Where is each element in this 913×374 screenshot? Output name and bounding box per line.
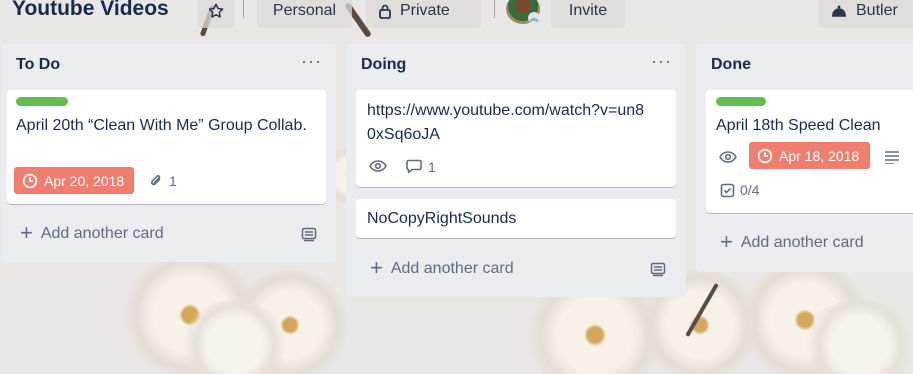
add-card-label: Add another card [40, 225, 164, 242]
checklist-badge: 0/4 [720, 182, 759, 198]
plus-icon: + [20, 220, 33, 245]
butler-label: Butler [856, 2, 898, 19]
comment-badge: 1 [405, 159, 436, 175]
add-card-button[interactable]: + Add another card [720, 229, 864, 254]
card-title: https://www.youtube.com/watch?v=un80xSq6… [367, 102, 645, 143]
team-visibility-button[interactable]: Personal [257, 0, 352, 28]
attachment-badge: 1 [148, 173, 177, 189]
add-card-button[interactable]: + Add another card [20, 220, 164, 245]
butler-button[interactable]: Butler [818, 0, 913, 28]
checklist-icon [720, 183, 735, 198]
clock-icon [757, 148, 773, 164]
due-date-badge[interactable]: Apr 18, 2018 [749, 142, 870, 169]
description-icon [884, 150, 900, 164]
invite-label: Invite [568, 2, 608, 19]
list-title[interactable]: To Do [16, 56, 60, 74]
list-done: Done April 18th Speed Clean Apr 18, 2018… [696, 44, 913, 272]
card-template-icon[interactable] [650, 261, 666, 277]
list-to-do: To Do ··· April 20th “Clean With Me” Gro… [1, 44, 336, 262]
card[interactable]: April 18th Speed Clean Apr 18, 2018 0/4 [706, 90, 913, 213]
invite-button[interactable]: Invite [551, 0, 625, 28]
card[interactable]: https://www.youtube.com/watch?v=un80xSq6… [356, 90, 676, 187]
paperclip-icon [148, 173, 164, 189]
lock-icon [378, 3, 392, 19]
attachment-count: 1 [169, 173, 177, 189]
due-date-badge[interactable]: Apr 20, 2018 [14, 167, 134, 194]
more-icon[interactable]: ··· [651, 51, 672, 72]
watching-badge [369, 159, 387, 173]
header-divider [494, 0, 495, 18]
clock-icon [22, 173, 38, 189]
card[interactable]: April 20th “Clean With Me” Group Collab.… [7, 90, 326, 204]
card-label-green[interactable] [716, 97, 766, 106]
comment-count: 1 [428, 159, 436, 175]
eye-icon [719, 150, 737, 164]
admin-chevron-icon: ︽ [528, 12, 540, 24]
list-title[interactable]: Done [711, 56, 751, 74]
privacy-label: Private [400, 2, 450, 19]
list-doing: Doing ··· https://www.youtube.com/watch?… [346, 44, 686, 297]
header-divider [243, 0, 244, 18]
card-title: April 20th “Clean With Me” Group Collab. [16, 117, 307, 134]
plus-icon: + [720, 229, 733, 254]
eye-icon [369, 159, 387, 173]
card-label-green[interactable] [16, 97, 68, 106]
add-card-button[interactable]: + Add another card [370, 255, 514, 280]
card-title: April 18th Speed Clean [716, 117, 881, 134]
checklist-count: 0/4 [740, 182, 760, 198]
add-card-label: Add another card [390, 260, 514, 277]
due-date-text: Apr 18, 2018 [779, 147, 860, 164]
star-board-button[interactable] [198, 0, 234, 28]
due-date-text: Apr 20, 2018 [44, 172, 125, 189]
card[interactable]: NoCopyRightSounds [356, 199, 676, 238]
plus-icon: + [370, 255, 383, 280]
board-header: Youtube Videos Personal Private ︽ Invite… [0, 0, 913, 30]
watching-badge [719, 150, 737, 164]
list-title[interactable]: Doing [361, 56, 406, 74]
team-visibility-label: Personal [272, 2, 337, 19]
bell-icon [830, 3, 848, 19]
card-template-icon[interactable] [301, 226, 317, 242]
star-icon [207, 2, 225, 20]
add-card-label: Add another card [740, 234, 864, 251]
more-icon[interactable]: ··· [301, 51, 322, 72]
privacy-button[interactable]: Private [366, 0, 481, 28]
board-title[interactable]: Youtube Videos [12, 0, 169, 21]
comment-icon [405, 159, 423, 175]
card-title: NoCopyRightSounds [367, 210, 517, 227]
